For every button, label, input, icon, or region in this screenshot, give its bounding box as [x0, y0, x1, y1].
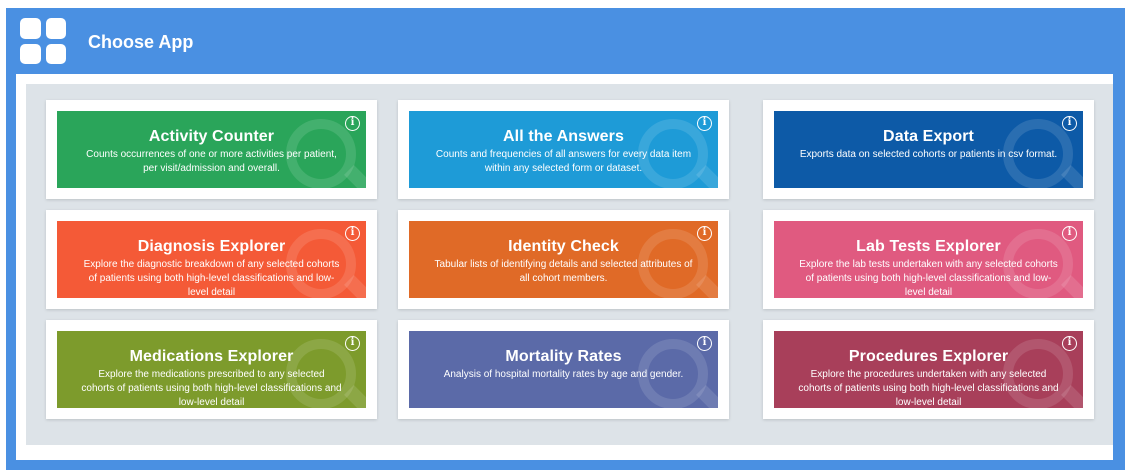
page-title: Choose App [88, 32, 194, 52]
app-card-diagnosis-explorer[interactable]: Diagnosis Explorer Explore the diagnosti… [46, 210, 377, 309]
app-card-lab-tests-explorer[interactable]: Lab Tests Explorer Explore the lab tests… [763, 210, 1094, 309]
app-description: Explore the procedures undertaken with a… [798, 369, 1059, 408]
app-tile[interactable]: Diagnosis Explorer Explore the diagnosti… [57, 221, 366, 298]
app-description: Counts occurrences of one or more activi… [86, 149, 337, 174]
app-title: Data Export [883, 128, 974, 145]
info-icon[interactable]: i [1062, 116, 1077, 131]
app-title: Activity Counter [148, 128, 275, 145]
app-description: Explore the lab tests undertaken with an… [799, 259, 1058, 298]
info-icon[interactable]: i [697, 336, 712, 351]
app-title: Lab Tests Explorer [856, 238, 1001, 255]
app-card-procedures-explorer[interactable]: Procedures Explorer Explore the procedur… [763, 320, 1094, 419]
app-tile[interactable]: All the Answers Counts and frequencies o… [409, 111, 718, 188]
info-icon[interactable]: i [345, 226, 360, 241]
app-description: Counts and frequencies of all answers fo… [435, 149, 692, 174]
app-tile[interactable]: Data Export Exports data on selected coh… [774, 111, 1083, 188]
app-card-identity-check[interactable]: Identity Check Tabular lists of identify… [398, 210, 729, 309]
app-tile[interactable]: Activity Counter Counts occurrences of o… [57, 111, 366, 188]
info-icon[interactable]: i [697, 116, 712, 131]
app-title: Mortality Rates [505, 348, 622, 365]
header-bar: Choose App [6, 8, 1125, 74]
app-description: Tabular lists of identifying details and… [434, 259, 693, 284]
app-tile[interactable]: Lab Tests Explorer Explore the lab tests… [774, 221, 1083, 298]
app-description: Exports data on selected cohorts or pati… [799, 149, 1058, 160]
app-title: Medications Explorer [129, 348, 294, 365]
info-icon[interactable]: i [1062, 226, 1077, 241]
app-description: Explore the diagnostic breakdown of any … [83, 259, 340, 298]
app-card-all-the-answers[interactable]: All the Answers Counts and frequencies o… [398, 100, 729, 199]
app-tile[interactable]: Identity Check Tabular lists of identify… [409, 221, 718, 298]
app-tile[interactable]: Medications Explorer Explore the medicat… [57, 331, 366, 408]
app-card-mortality-rates[interactable]: Mortality Rates Analysis of hospital mor… [398, 320, 729, 419]
info-icon[interactable]: i [1062, 336, 1077, 351]
app-tile[interactable]: Mortality Rates Analysis of hospital mor… [409, 331, 718, 408]
app-description: Analysis of hospital mortality rates by … [443, 369, 684, 380]
app-card-medications-explorer[interactable]: Medications Explorer Explore the medicat… [46, 320, 377, 419]
app-card-activity-counter[interactable]: Activity Counter Counts occurrences of o… [46, 100, 377, 199]
app-grid-icon[interactable] [20, 18, 66, 64]
app-description: Explore the medications prescribed to an… [81, 369, 342, 408]
apps-panel: Activity Counter Counts occurrences of o… [26, 84, 1113, 445]
app-title: Identity Check [508, 238, 619, 255]
info-icon[interactable]: i [697, 226, 712, 241]
info-icon[interactable]: i [345, 116, 360, 131]
app-title: Procedures Explorer [848, 348, 1009, 365]
app-tile[interactable]: Procedures Explorer Explore the procedur… [774, 331, 1083, 408]
app-card-data-export[interactable]: Data Export Exports data on selected coh… [763, 100, 1094, 199]
app-title: All the Answers [503, 128, 624, 145]
info-icon[interactable]: i [345, 336, 360, 351]
app-title: Diagnosis Explorer [137, 238, 286, 255]
